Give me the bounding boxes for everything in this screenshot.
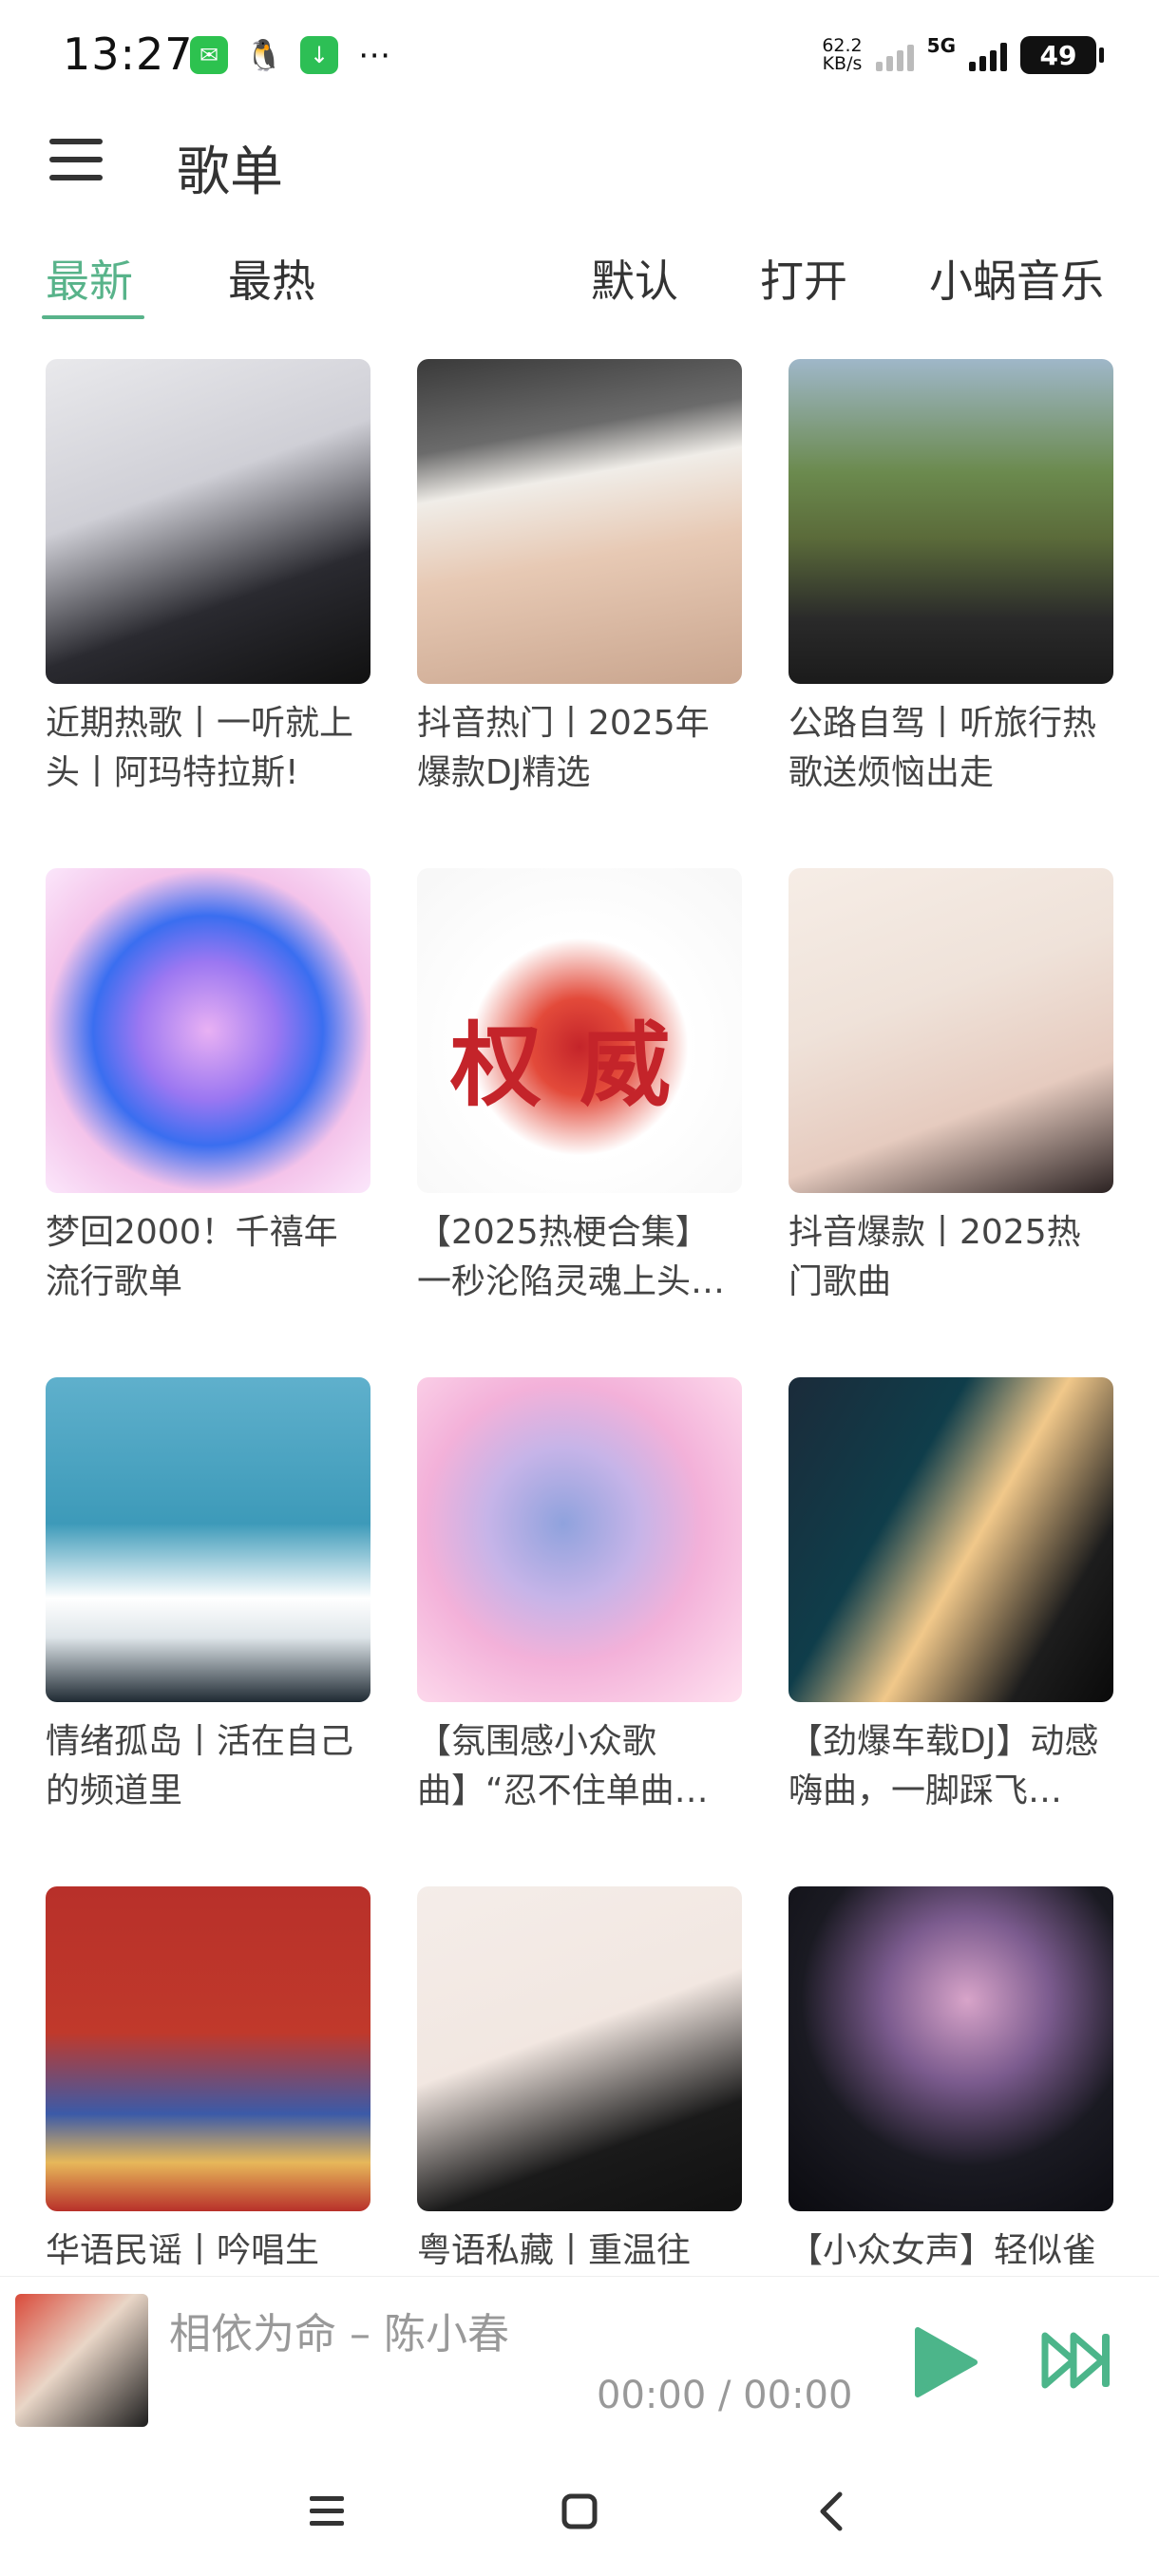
system-nav-bar	[0, 2447, 1159, 2576]
playlist-title: 【氛围感小众歌曲】“忍不住单曲循环！”	[417, 1722, 709, 1810]
playlist-cover	[788, 1377, 1113, 1702]
playlist-card[interactable]: 近期热歌丨一听就上头丨阿玛特拉斯!	[46, 359, 370, 868]
network-type: 5G	[926, 34, 956, 57]
playlist-cover	[46, 1377, 370, 1702]
playlist-card[interactable]: 梦回2000！千禧年流行歌单	[46, 868, 370, 1377]
playlist-cover	[788, 1886, 1113, 2211]
playlist-title: 梦回2000！千禧年流行歌单	[46, 1213, 338, 1301]
playlist-title: 公路自驾丨听旅行热歌送烦恼出走	[788, 704, 1097, 792]
more-icon: ⋯	[358, 36, 390, 74]
tab-hottest[interactable]: 最热	[228, 247, 315, 310]
network-speed: 62.2 KB/s	[822, 37, 862, 73]
signal-2-icon	[969, 39, 1007, 71]
signal-1-icon	[875, 39, 914, 71]
playlist-title: 【2025热梗合集】一秒沦陷灵魂上头…	[417, 1213, 726, 1301]
tab-default[interactable]: 默认	[591, 247, 678, 310]
tab-open[interactable]: 打开	[760, 247, 847, 310]
active-tab-indicator	[42, 315, 144, 319]
playlist-cover	[46, 1886, 370, 2211]
cover-overlay-text: 权威	[450, 1013, 709, 1119]
hamburger-menu-icon[interactable]	[49, 139, 103, 180]
playlist-card[interactable]: 情绪孤岛丨活在自己的频道里	[46, 1377, 370, 1886]
status-system-icons: 62.2 KB/s 5G 49	[822, 34, 1104, 74]
playlist-card[interactable]: 权威 【2025热梗合集】一秒沦陷灵魂上头…	[417, 868, 742, 1377]
song-time: 00:00 / 00:00	[597, 2374, 853, 2417]
network-speed-unit: KB/s	[822, 53, 863, 74]
album-art[interactable]	[15, 2294, 148, 2427]
download-icon: ↓	[300, 36, 338, 74]
filter-tabs: 最新 最热 默认 打开 小蜗音乐	[0, 237, 1159, 323]
home-icon[interactable]	[551, 2483, 608, 2540]
battery-icon: 49	[1020, 36, 1104, 74]
playlist-title: 【劲爆车载DJ】动感嗨曲，一脚踩飞…	[788, 1722, 1099, 1810]
app-header: 歌单	[0, 114, 1159, 209]
play-icon[interactable]	[912, 2326, 978, 2398]
playlist-card[interactable]: 【氛围感小众歌曲】“忍不住单曲循环！”	[417, 1377, 742, 1886]
playlist-cover	[788, 868, 1113, 1193]
battery-level: 49	[1039, 39, 1077, 71]
back-icon[interactable]	[804, 2483, 861, 2540]
playlist-title: 抖音热门丨2025年爆款DJ精选	[417, 704, 710, 792]
playlist-cover	[788, 359, 1113, 684]
playlist-grid: 近期热歌丨一听就上头丨阿玛特拉斯! 抖音热门丨2025年爆款DJ精选 公路自驾丨…	[46, 359, 1113, 2396]
status-bar: 13:27 ✉ 🐧 ↓ ⋯ 62.2 KB/s 5G 49	[0, 0, 1159, 114]
playlist-cover	[46, 868, 370, 1193]
playlist-title: 情绪孤岛丨活在自己的频道里	[46, 1722, 354, 1810]
playlist-cover	[417, 1377, 742, 1702]
skip-next-icon[interactable]	[1041, 2330, 1113, 2391]
playlist-card[interactable]: 【劲爆车载DJ】动感嗨曲，一脚踩飞…	[788, 1377, 1113, 1886]
wechat-icon: ✉	[190, 36, 228, 74]
playlist-card[interactable]: 抖音爆款丨2025热门歌曲	[788, 868, 1113, 1377]
playlist-cover	[46, 359, 370, 684]
page-title: 歌单	[177, 142, 283, 203]
playlist-cover	[417, 1886, 742, 2211]
status-notification-icons: ✉ 🐧 ↓ ⋯	[190, 36, 393, 74]
qq-icon: 🐧	[245, 37, 283, 73]
playlist-cover: 权威	[417, 868, 742, 1193]
playlist-title: 抖音爆款丨2025热门歌曲	[788, 1213, 1081, 1301]
song-title: 相依为命 – 陈小春	[169, 2310, 509, 2358]
status-time: 13:27	[63, 28, 194, 80]
playlist-title: 近期热歌丨一听就上头丨阿玛特拉斯!	[46, 704, 354, 792]
playlist-card[interactable]: 公路自驾丨听旅行热歌送烦恼出走	[788, 359, 1113, 868]
tab-latest[interactable]: 最新	[46, 247, 133, 310]
playlist-cover	[417, 359, 742, 684]
playlist-card[interactable]: 抖音热门丨2025年爆款DJ精选	[417, 359, 742, 868]
tab-xiaowo-music[interactable]: 小蜗音乐	[929, 247, 1104, 310]
recent-apps-icon[interactable]	[298, 2483, 355, 2540]
now-playing-bar[interactable]: 相依为命 – 陈小春 00:00 / 00:00	[0, 2276, 1159, 2447]
